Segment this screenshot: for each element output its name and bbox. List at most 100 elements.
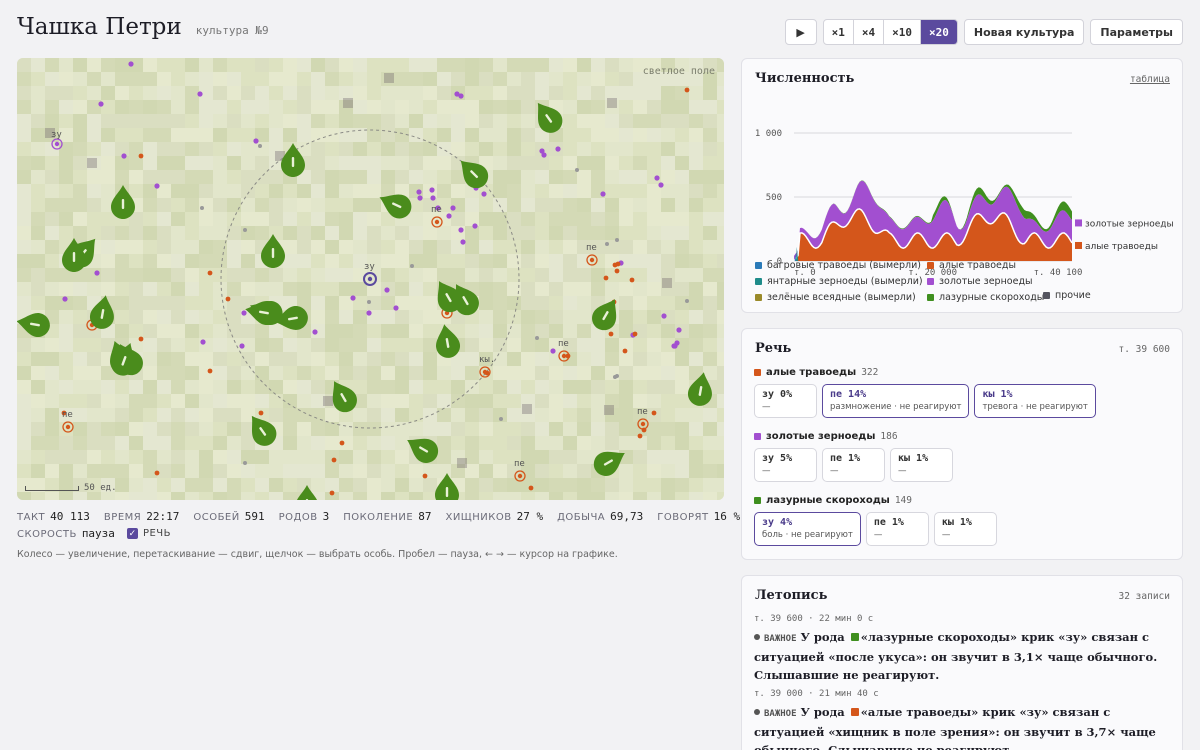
entry-text: ВАЖНОЕ У рода «алые травоеды» крик «зу» … (754, 703, 1174, 750)
speech-checkbox[interactable]: ✓ (126, 528, 138, 539)
grass-eater[interactable] (339, 440, 345, 446)
grain-eater[interactable] (676, 327, 682, 333)
grass-eater[interactable] (154, 470, 160, 476)
grass-eater[interactable] (684, 87, 690, 93)
grass-eater[interactable] (622, 348, 628, 354)
importance-dot (754, 634, 760, 640)
grain-eater[interactable] (458, 93, 464, 99)
grain-eater[interactable] (450, 205, 456, 211)
grass-eater[interactable] (331, 457, 337, 463)
grain-eater[interactable] (98, 101, 104, 107)
grain-eater[interactable] (197, 91, 203, 97)
word-card[interactable]: зу 4% боль · не реагируют (754, 512, 861, 546)
grain-eater[interactable] (458, 227, 464, 233)
grass-eater[interactable] (207, 270, 213, 276)
legend-item[interactable]: янтарные зерноеды (вымерли) (755, 276, 927, 287)
chronicle-title: Летопись (755, 588, 828, 603)
grass-eater[interactable] (207, 368, 213, 374)
grain-eater[interactable] (446, 213, 452, 219)
grass-eater[interactable] (614, 268, 620, 274)
grass-eater[interactable] (629, 277, 635, 283)
grain-eater[interactable] (654, 175, 660, 181)
grain-eater[interactable] (674, 340, 680, 346)
grain-eater[interactable] (200, 339, 206, 345)
new-culture-button[interactable]: Новая культура (963, 19, 1085, 45)
grain-eater[interactable] (312, 329, 318, 335)
grain-eater[interactable] (128, 61, 134, 67)
petri-field[interactable]: зупепезупепепекы.пепе светлое поле 50 ед… (17, 58, 724, 500)
grass-eater[interactable] (225, 296, 231, 302)
grain-eater[interactable] (472, 223, 478, 229)
grain-eater[interactable] (555, 146, 561, 152)
grass-eater[interactable] (608, 331, 614, 337)
grain-eater[interactable] (94, 270, 100, 276)
play-button[interactable]: ▶ (784, 19, 817, 45)
word-card[interactable]: зу 0% — (754, 384, 817, 418)
grain-eater[interactable] (350, 295, 356, 301)
grain-eater[interactable] (121, 153, 127, 159)
speech-callout: пе (637, 407, 648, 417)
chronicle-entry[interactable]: т. 39 000 · 21 мин 40 с ВАЖНОЕ У рода «а… (754, 689, 1174, 750)
grain-eater[interactable] (241, 310, 247, 316)
word-card[interactable]: кы 1% — (933, 512, 997, 546)
chronicle-entry[interactable]: т. 39 600 · 22 мин 0 с ВАЖНОЕ У рода «ла… (754, 614, 1174, 684)
grass-eater[interactable] (258, 410, 264, 416)
clan-swatch (850, 708, 859, 716)
grain-eater[interactable] (154, 183, 160, 189)
grain-eater[interactable] (62, 296, 68, 302)
grain-eater[interactable] (384, 287, 390, 293)
grass-eater[interactable] (615, 261, 621, 267)
grain-eater[interactable] (658, 182, 664, 188)
grass-eater[interactable] (138, 153, 144, 159)
word-card[interactable]: пе 1% — (865, 512, 929, 546)
legend-item[interactable]: зелёные всеядные (вымерли) (755, 292, 927, 303)
grain-eater[interactable] (253, 138, 259, 144)
grass-eater[interactable] (528, 485, 534, 491)
word-card[interactable]: кы 1% тревога · не реагируют (974, 384, 1096, 418)
group-swatch (754, 369, 761, 376)
detritus (323, 396, 333, 406)
grain-eater[interactable] (417, 195, 423, 201)
grass-eater[interactable] (138, 336, 144, 342)
grain-eater[interactable] (661, 313, 667, 319)
speed-x4-button[interactable]: ×4 (854, 20, 885, 44)
grain-eater[interactable] (541, 152, 547, 158)
legend-item[interactable]: прочие (1043, 290, 1091, 301)
speed-x20-button[interactable]: ×20 (921, 20, 957, 44)
speech-toggle[interactable]: ✓ РЕЧЬ (126, 528, 171, 539)
speed-x10-button[interactable]: ×10 (884, 20, 922, 44)
population-panel: Численность таблица 0 500 1 000 т. 0 т. 20 0… (741, 58, 1183, 313)
legend-item[interactable]: багровые травоеды (вымерли) (755, 260, 927, 271)
grass-eater[interactable] (632, 331, 638, 337)
population-chart[interactable]: 05001 000т. 0 т. 20 000 т. 40 100золотые з… (742, 89, 1182, 279)
grain-eater[interactable] (366, 310, 372, 316)
grain-eater[interactable] (550, 348, 556, 354)
speed-x1-button[interactable]: ×1 (824, 20, 854, 44)
speech-group-header: алые травоеды 322 (754, 367, 1096, 378)
word-card[interactable]: пе 1% — (822, 448, 885, 482)
word-card[interactable]: пе 14% размножение · не реагируют (822, 384, 970, 418)
grass-eater[interactable] (651, 410, 657, 416)
grass-eater[interactable] (422, 473, 428, 479)
grain-eater[interactable] (393, 305, 399, 311)
legend-item[interactable]: золотые зерноеды (927, 276, 1099, 287)
table-link[interactable]: таблица (1130, 74, 1170, 85)
group-count: 149 (894, 495, 912, 506)
grain-eater[interactable] (239, 343, 245, 349)
grass-eater[interactable] (565, 353, 571, 359)
grain-eater[interactable] (416, 189, 422, 195)
word-card[interactable]: кы 1% — (890, 448, 953, 482)
grain-eater[interactable] (430, 195, 436, 201)
field-canvas[interactable]: зупепезупепепекы.пепе (17, 58, 724, 500)
grain-eater[interactable] (460, 239, 466, 245)
settings-button[interactable]: Параметры (1090, 19, 1183, 45)
grain-eater[interactable] (481, 191, 487, 197)
grain-eater[interactable] (600, 191, 606, 197)
grass-eater[interactable] (603, 275, 609, 281)
legend-item[interactable]: алые травоеды (927, 260, 1099, 271)
grass-eater[interactable] (329, 490, 335, 496)
grain-eater[interactable] (429, 187, 435, 193)
grass-eater[interactable] (637, 433, 643, 439)
word-card[interactable]: зу 5% — (754, 448, 817, 482)
stats-bar: ТАКТ 40 113 ВРЕМЯ 22:17 ОСОБЕЙ 591 РОДОВ 3 П… (17, 510, 740, 523)
